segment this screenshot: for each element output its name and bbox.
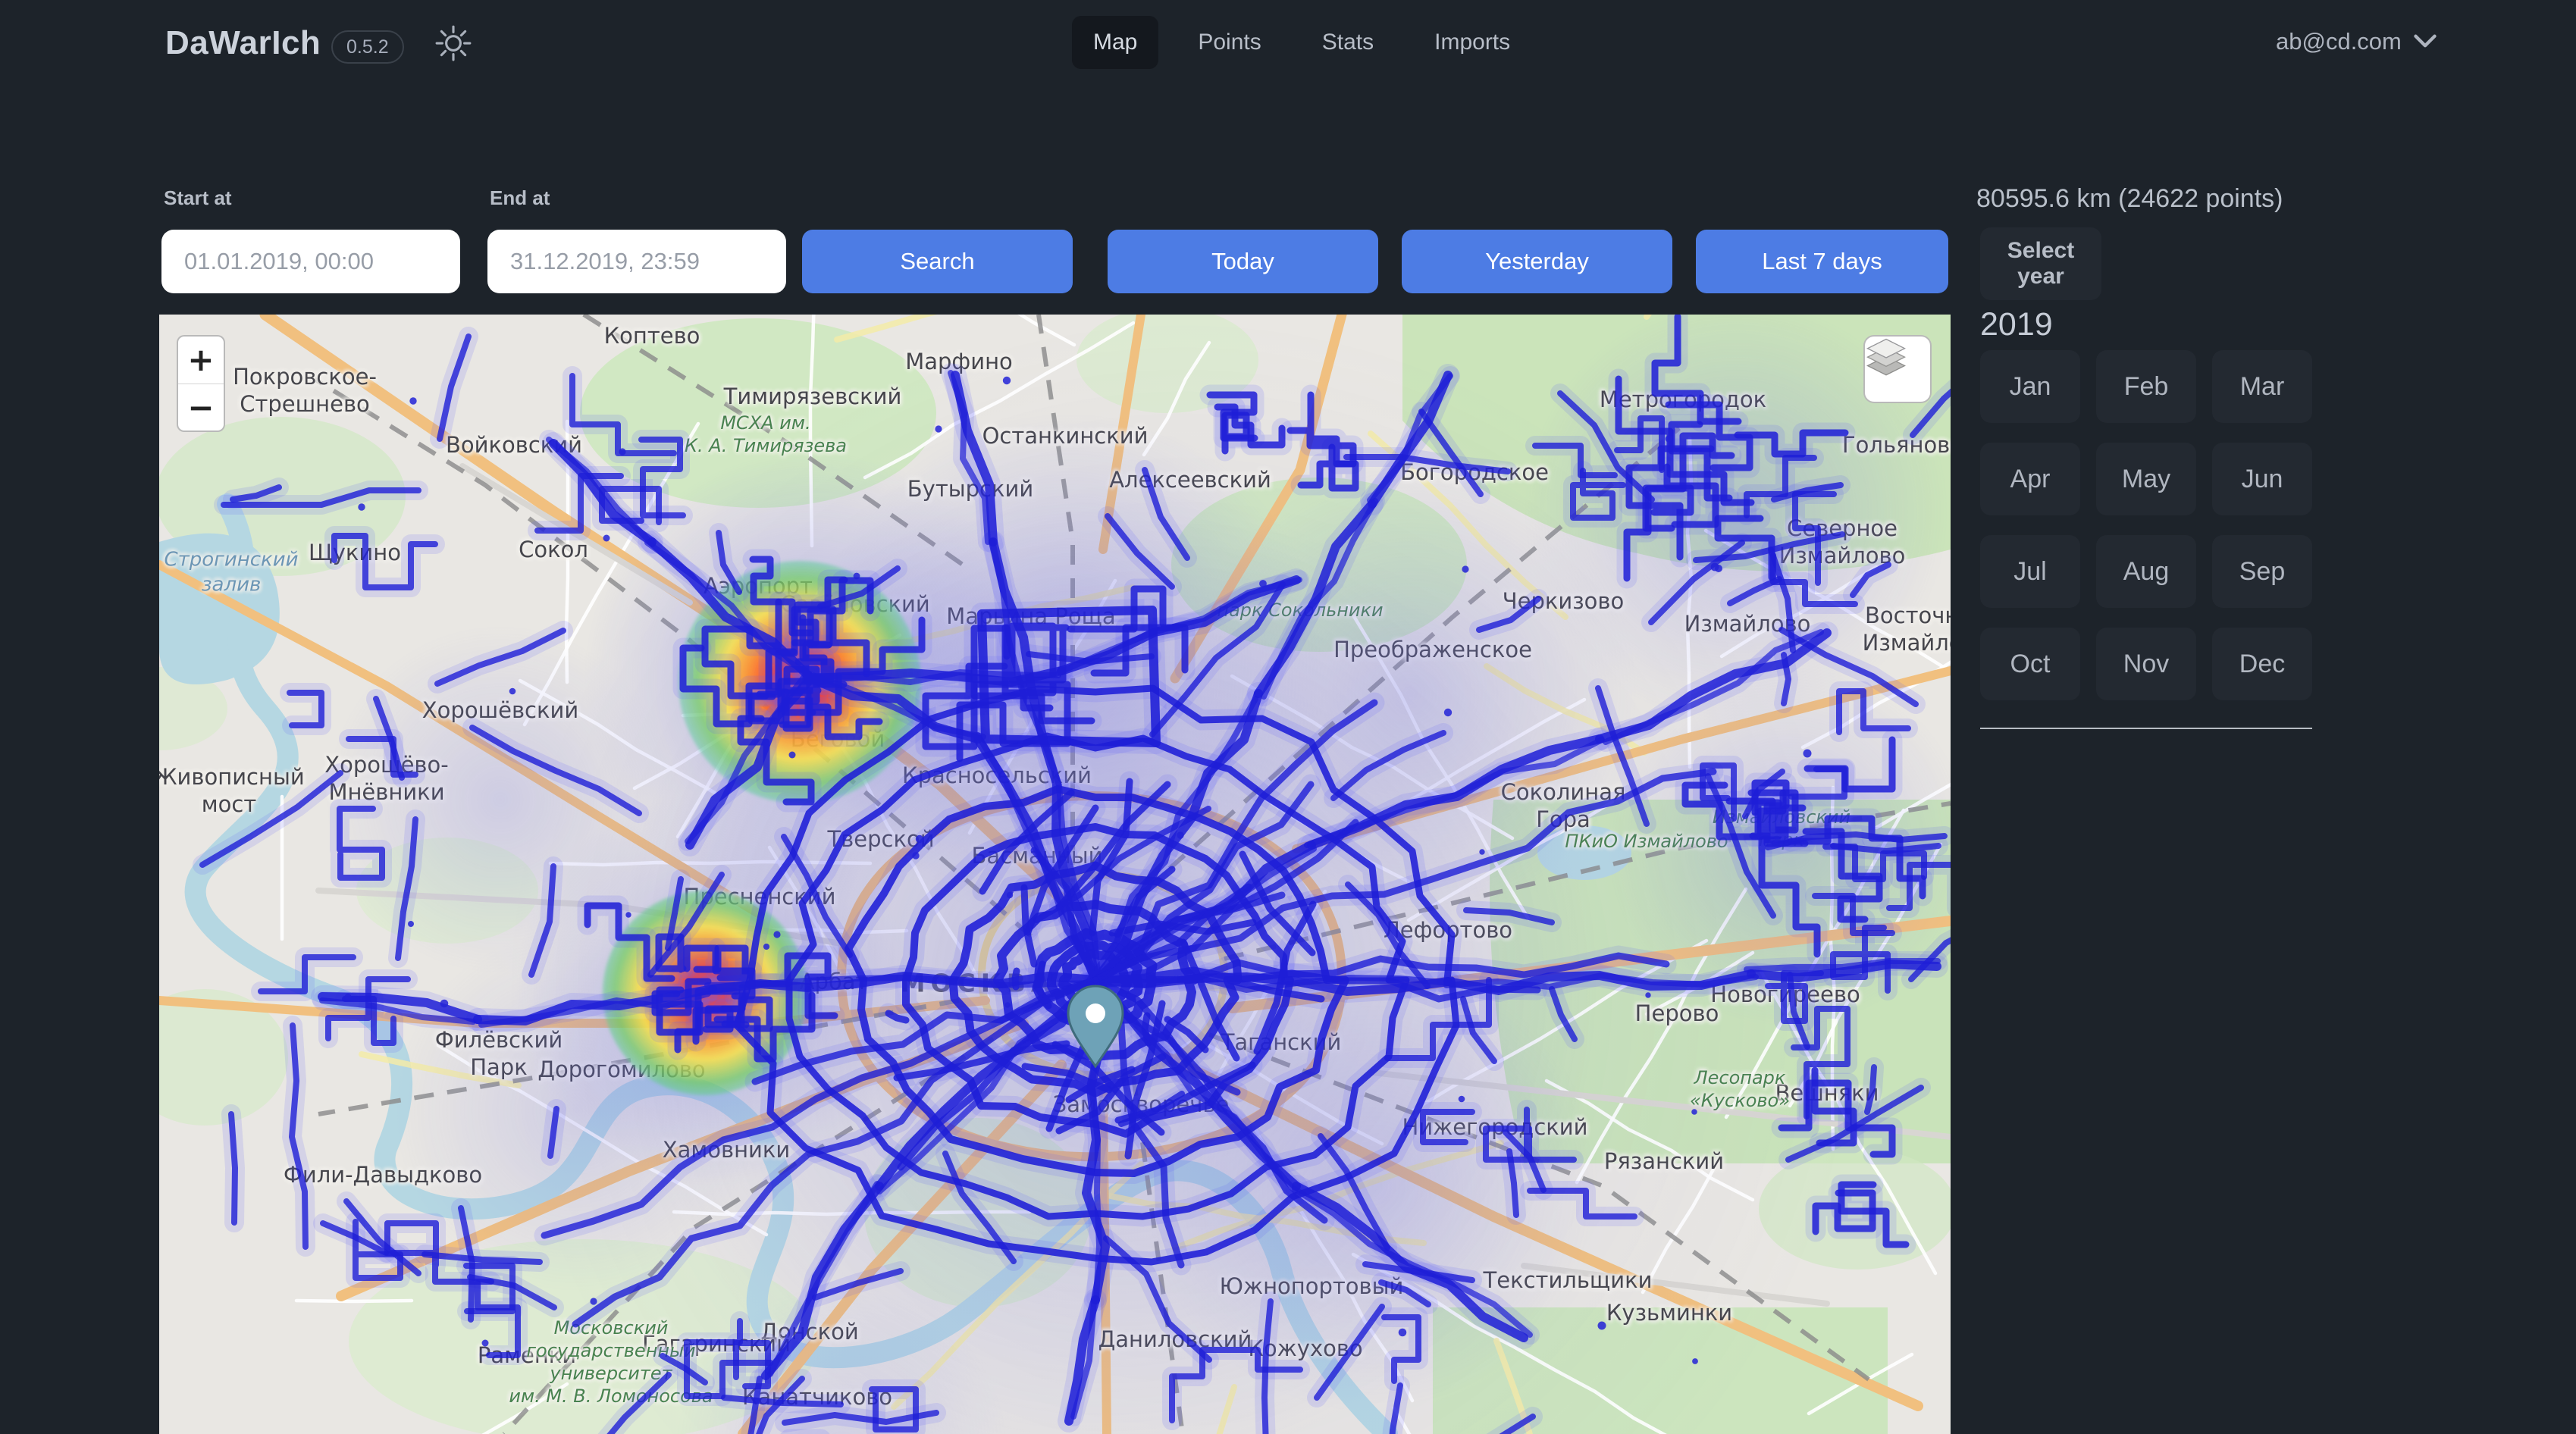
month-grid: Jan Feb Mar Apr May Jun Jul Aug Sep Oct Nov Dec [1980, 350, 2314, 700]
month-button-label: Apr [2010, 465, 2051, 493]
user-menu[interactable]: ab@cd.com [2271, 27, 2441, 56]
sidebar-divider [1980, 728, 2312, 729]
nav-tab-label: Map [1093, 30, 1137, 55]
year-heading: 2019 [1980, 306, 2053, 343]
nav-tab-label: Stats [1322, 30, 1374, 55]
nav-tab[interactable]: Points [1177, 16, 1282, 69]
action-button[interactable]: Last 7 days [1696, 230, 1948, 293]
zoom-in-button[interactable]: + [178, 337, 224, 384]
nav-tab[interactable]: Map [1072, 16, 1158, 69]
month-button-label: Nov [2123, 650, 2169, 678]
select-year-button[interactable]: Select year [1980, 227, 2101, 300]
zoom-control: + − [177, 335, 225, 432]
version-badge: 0.5.2 [331, 30, 404, 64]
action-button[interactable]: Today [1108, 230, 1378, 293]
action-button-label: Search [900, 248, 974, 274]
month-button[interactable]: May [2096, 443, 2196, 515]
month-button[interactable]: Oct [1980, 628, 2080, 700]
month-button-label: Mar [2240, 372, 2285, 401]
user-email: ab@cd.com [2276, 28, 2402, 55]
main-tabs: Map Points Stats Imports [1072, 16, 1531, 69]
action-button-label: Last 7 days [1762, 248, 1882, 274]
month-button[interactable]: Jan [1980, 350, 2080, 423]
start-at-label: Start at [164, 186, 232, 210]
month-button[interactable]: Feb [2096, 350, 2196, 423]
month-button-label: May [2122, 465, 2170, 493]
month-button-label: Feb [2124, 372, 2169, 401]
nav-tab[interactable]: Stats [1301, 16, 1395, 69]
layers-control[interactable] [1863, 335, 1932, 403]
month-button-label: Jul [2013, 557, 2046, 586]
month-button[interactable]: Jun [2212, 443, 2312, 515]
zoom-out-button[interactable]: − [178, 384, 224, 431]
month-button[interactable]: Jul [1980, 535, 2080, 608]
nav-tab-label: Imports [1434, 30, 1510, 55]
theme-toggle-button[interactable] [434, 24, 473, 64]
month-button[interactable]: Sep [2212, 535, 2312, 608]
month-button[interactable]: Aug [2096, 535, 2196, 608]
sun-icon [434, 53, 472, 64]
month-button[interactable]: Dec [2212, 628, 2312, 700]
action-button[interactable]: Yesterday [1402, 230, 1672, 293]
end-at-label: End at [490, 186, 550, 210]
dawarich-app: DaWarIch 0.5.2 Map Points Stats Imports ab@… [0, 0, 2576, 1434]
map-marker[interactable] [1064, 985, 1127, 1068]
nav-tab[interactable]: Imports [1413, 16, 1531, 69]
start-date-input[interactable] [161, 230, 460, 293]
month-button[interactable]: Apr [1980, 443, 2080, 515]
brand-logo: DaWarIch [165, 24, 321, 62]
month-button-label: Dec [2239, 650, 2285, 678]
month-button-label: Aug [2123, 557, 2170, 586]
action-button-label: Today [1211, 248, 1274, 274]
map-container[interactable]: КоптевоПокровское- СтрешневоТимирязевски… [159, 315, 1951, 1434]
month-button-label: Jun [2242, 465, 2283, 493]
action-button[interactable]: Search [802, 230, 1073, 293]
month-button-label: Oct [2010, 650, 2051, 678]
month-button[interactable]: Nov [2096, 628, 2196, 700]
basemap-tiles [159, 315, 1951, 1434]
nav-tab-label: Points [1198, 30, 1261, 55]
end-date-input[interactable] [487, 230, 786, 293]
month-button[interactable]: Mar [2212, 350, 2312, 423]
month-button-label: Jan [2010, 372, 2051, 401]
action-button-label: Yesterday [1485, 248, 1589, 274]
distance-summary: 80595.6 km (24622 points) [1976, 184, 2283, 214]
navbar: DaWarIch 0.5.2 Map Points Stats Imports ab@… [0, 0, 2576, 85]
chevron-down-icon [2414, 34, 2437, 50]
month-button-label: Sep [2239, 557, 2286, 586]
